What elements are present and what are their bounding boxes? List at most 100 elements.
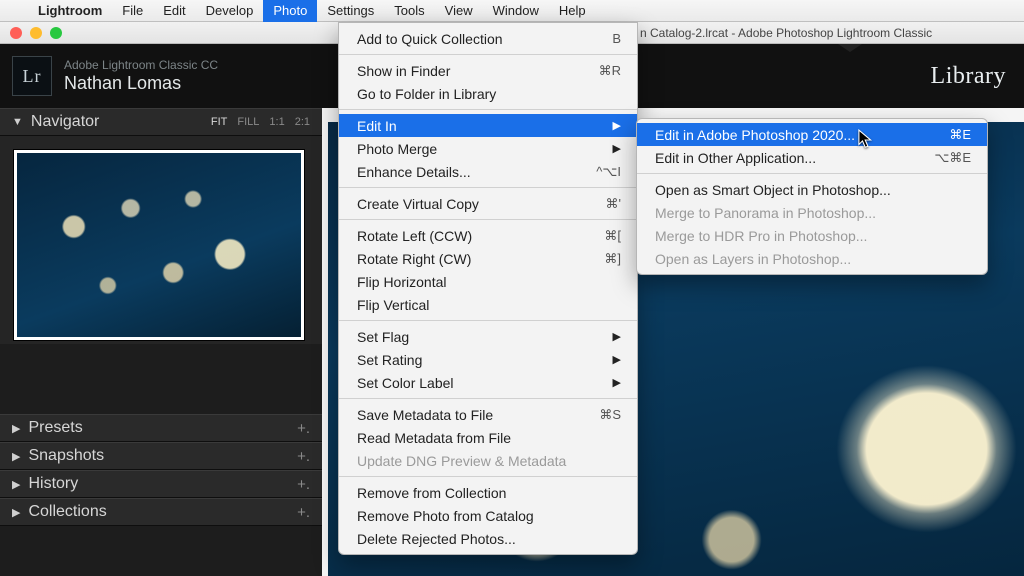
navigator-mode-fit[interactable]: FIT [211,116,228,128]
menu-item[interactable]: Go to Folder in Library [339,82,637,105]
menu-shortcut: ⌘[ [564,228,621,244]
left-panel-group: ▼ Navigator FIT FILL 1:1 2:1 ▶ Presets +. ▶ Sna… [0,108,322,576]
menu-item[interactable]: Show in Finder⌘R [339,59,637,82]
lightroom-logo: Lr [12,56,52,96]
panel-add-icon[interactable]: +. [297,420,310,437]
menu-item[interactable]: Edit In ▶ [339,114,637,137]
disclosure-triangle-right-icon: ▶ [12,478,20,491]
navigator-thumbnail[interactable] [14,150,304,340]
submenu-item-label: Open as Layers in Photoshop... [655,251,851,267]
submenu-item[interactable]: Edit in Other Application...⌥⌘E [637,146,987,169]
menu-item[interactable]: Add to Quick CollectionB [339,27,637,50]
menu-item-label: Set Rating [357,352,422,368]
disclosure-triangle-right-icon: ▶ [12,450,20,463]
menu-item[interactable]: Set Color Label ▶ [339,371,637,394]
panel-add-icon[interactable]: +. [297,448,310,465]
panel-label: History [28,475,78,493]
submenu-item: Merge to Panorama in Photoshop... [637,201,987,224]
menu-item: Update DNG Preview & Metadata [339,449,637,472]
mac-menubar: Lightroom FileEditDevelopPhotoSettingsTo… [0,0,1024,22]
menu-item[interactable]: Set Rating▶ [339,348,637,371]
panel-label: Snapshots [28,447,104,465]
menu-item-label: Rotate Right (CW) [357,251,471,267]
close-window-button[interactable] [10,27,22,39]
menu-item-label: Remove from Collection [357,485,506,501]
menu-shortcut: ⌘' [566,196,621,212]
menu-item-label: Edit In [357,118,397,134]
menu-item-label: Flip Vertical [357,297,429,313]
menu-item[interactable]: Create Virtual Copy⌘' [339,192,637,215]
submenu-item-label: Merge to Panorama in Photoshop... [655,205,876,221]
menubar-item-view[interactable]: View [435,0,483,22]
menu-item[interactable]: Rotate Left (CCW) ⌘[ [339,224,637,247]
menu-item-label: Rotate Left (CCW) [357,228,472,244]
menu-shortcut: ⌥⌘E [894,150,971,166]
menu-item-label: Delete Rejected Photos... [357,531,516,547]
navigator-mode-fill[interactable]: FILL [237,116,259,128]
menu-item[interactable]: Save Metadata to File ⌘S [339,403,637,426]
menu-item[interactable]: Enhance Details...^⌥I [339,160,637,183]
menubar-item-photo[interactable]: Photo [263,0,317,22]
module-library[interactable]: Library [931,63,1024,90]
submenu-item-label: Merge to HDR Pro in Photoshop... [655,228,867,244]
menubar-item-file[interactable]: File [112,0,153,22]
submenu-item[interactable]: Open as Smart Object in Photoshop... [637,178,987,201]
menu-item-label: Save Metadata to File [357,407,493,423]
menu-shortcut: ⌘S [559,407,621,423]
submenu-item: Merge to HDR Pro in Photoshop... [637,224,987,247]
menu-item-label: Add to Quick Collection [357,31,503,47]
menubar-item-tools[interactable]: Tools [384,0,434,22]
submenu-arrow-icon: ▶ [573,376,621,389]
menubar-item-help[interactable]: Help [549,0,596,22]
submenu-arrow-icon: ▶ [573,119,621,132]
menu-item-label: Set Color Label [357,375,454,391]
menubar-item-develop[interactable]: Develop [196,0,264,22]
zoom-window-button[interactable] [50,27,62,39]
panel-add-icon[interactable]: +. [297,504,310,521]
panel-label: Presets [28,419,82,437]
menu-item[interactable]: Read Metadata from File [339,426,637,449]
menu-item[interactable]: Remove from Collection [339,481,637,504]
panel-header-presets[interactable]: ▶ Presets +. [0,414,322,442]
menubar-item-settings[interactable]: Settings [317,0,384,22]
submenu-item-label: Edit in Adobe Photoshop 2020... [655,127,855,143]
app-name[interactable]: Lightroom [28,3,112,18]
menu-item[interactable]: Flip Vertical [339,293,637,316]
panel-collapse-arrow-icon[interactable] [838,44,862,52]
menu-item[interactable]: Remove Photo from Catalog [339,504,637,527]
submenu-arrow-icon: ▶ [573,330,621,343]
disclosure-triangle-down-icon: ▼ [12,116,23,128]
panel-label: Collections [28,503,106,521]
panel-header-snapshots[interactable]: ▶ Snapshots +. [0,442,322,470]
panel-add-icon[interactable]: +. [297,476,310,493]
menu-shortcut: ⌘E [909,127,971,143]
panel-header-history[interactable]: ▶ History +. [0,470,322,498]
menu-item[interactable]: Set Flag▶ [339,325,637,348]
navigator-panel-body [0,136,322,344]
menu-item-label: Flip Horizontal [357,274,446,290]
menu-item[interactable]: Delete Rejected Photos... [339,527,637,550]
menu-item-label: Remove Photo from Catalog [357,508,534,524]
navigator-mode-21[interactable]: 2:1 [295,116,310,128]
disclosure-triangle-right-icon: ▶ [12,506,20,519]
menu-item[interactable]: Rotate Right (CW) ⌘] [339,247,637,270]
menubar-item-edit[interactable]: Edit [153,0,195,22]
menubar-item-window[interactable]: Window [483,0,549,22]
navigator-mode-11[interactable]: 1:1 [269,116,284,128]
window-controls [0,27,72,39]
menu-item-label: Photo Merge [357,141,437,157]
window-title: n Catalog-2.lrcat - Adobe Photoshop Ligh… [640,26,1018,40]
menu-shortcut: ⌘] [564,251,621,267]
menu-item[interactable]: Flip Horizontal [339,270,637,293]
menu-shortcut: ^⌥I [556,164,621,180]
panel-header-collections[interactable]: ▶ Collections +. [0,498,322,526]
apple-menu-icon[interactable] [0,10,28,11]
minimize-window-button[interactable] [30,27,42,39]
menu-item-label: Read Metadata from File [357,430,511,446]
disclosure-triangle-right-icon: ▶ [12,422,20,435]
navigator-panel-header[interactable]: ▼ Navigator FIT FILL 1:1 2:1 [0,108,322,136]
submenu-item[interactable]: Edit in Adobe Photoshop 2020... ⌘E [637,123,987,146]
menu-shortcut: ⌘R [559,63,621,79]
menu-item[interactable]: Photo Merge▶ [339,137,637,160]
navigator-title: Navigator [31,113,99,131]
